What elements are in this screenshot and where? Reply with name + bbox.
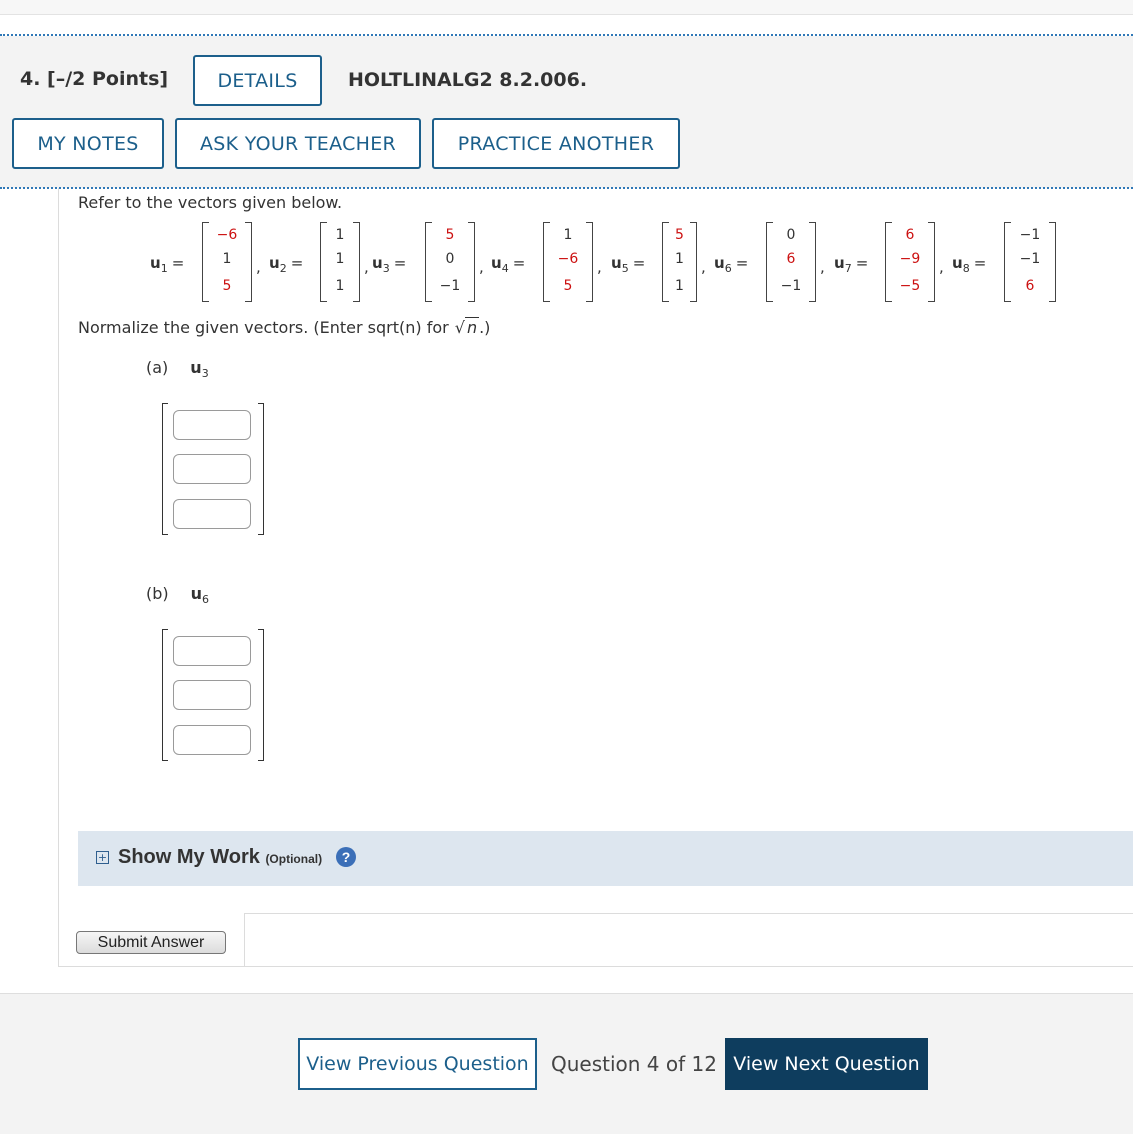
bracket-right <box>258 403 264 535</box>
vector-label-u4: u4 = <box>491 254 526 275</box>
vector-label-u7: u7 = <box>834 254 869 275</box>
vector-entry: −6 <box>216 227 238 243</box>
sqrt-radicand: n <box>464 317 480 337</box>
instruction-main: Normalize the given vectors. (Enter sqrt… <box>78 318 449 337</box>
vector-entry: −1 <box>780 278 802 294</box>
vector-matrix-u3: 5 0 −1 <box>425 222 475 302</box>
part-a-entry-2-input[interactable] <box>173 454 251 484</box>
vector-entry: −9 <box>899 251 921 267</box>
vector-entry: 0 <box>445 251 455 267</box>
practice-another-button[interactable]: PRACTICE ANOTHER <box>432 118 680 169</box>
part-a-letter: (a) <box>146 358 169 377</box>
vector-label-u8: u8 = <box>952 254 987 275</box>
vector-matrix-u7: 6 −9 −5 <box>885 222 935 302</box>
help-circle-icon[interactable]: ? <box>336 847 356 867</box>
instruction-end: .) <box>479 318 491 337</box>
part-a-entry-3-input[interactable] <box>173 499 251 529</box>
view-next-question-button[interactable]: View Next Question <box>725 1038 928 1090</box>
vector-matrix-u5: 5 1 1 <box>662 222 697 302</box>
separator-comma: , <box>939 258 944 276</box>
vector-label-u3: u3 = <box>372 254 407 275</box>
vector-entry: 6 <box>1025 278 1035 294</box>
vector-entry: 0 <box>786 227 796 243</box>
part-b-label: (b) u6 <box>146 584 209 606</box>
vector-entry: 6 <box>786 251 796 267</box>
vector-label-u2: u2 = <box>269 254 304 275</box>
submit-answer-button[interactable]: Submit Answer <box>76 931 226 954</box>
part-a-vector: u3 <box>190 358 209 381</box>
submit-divider <box>244 913 1133 914</box>
bracket-right <box>258 629 264 761</box>
vector-entry: 6 <box>905 227 915 243</box>
separator-comma: , <box>597 258 602 276</box>
instruction-text: Normalize the given vectors. (Enter sqrt… <box>78 317 491 337</box>
vector-entry: −1 <box>1019 227 1041 243</box>
part-b-entry-3-input[interactable] <box>173 725 251 755</box>
vector-entry: 5 <box>222 278 232 294</box>
vector-matrix-u4: 1 −6 5 <box>543 222 593 302</box>
submit-divider-vertical <box>244 913 245 966</box>
details-button[interactable]: DETAILS <box>193 55 322 106</box>
plus-box-icon[interactable]: + <box>96 851 109 864</box>
vector-entry: −5 <box>899 278 921 294</box>
part-b-letter: (b) <box>146 584 169 603</box>
vector-label-u5: u5 = <box>611 254 646 275</box>
vector-label-u6: u6 = <box>714 254 749 275</box>
vector-entry: 1 <box>335 278 345 294</box>
vector-matrix-u6: 0 6 −1 <box>766 222 816 302</box>
vector-entry: 1 <box>335 227 345 243</box>
show-my-work-panel[interactable]: + Show My Work (Optional) ? <box>78 831 1133 886</box>
question-number: 4. [–/2 Points] <box>20 68 169 90</box>
vector-entry: −6 <box>557 251 579 267</box>
sqrt-symbol: √ n <box>454 317 480 337</box>
bracket-left <box>162 403 168 535</box>
bracket-left <box>162 629 168 761</box>
vector-matrix-u2: 1 1 1 <box>320 222 360 302</box>
separator-comma: , <box>364 258 369 276</box>
part-b-vector: u6 <box>190 584 210 607</box>
vector-entry: 1 <box>222 251 232 267</box>
vector-entry: −1 <box>1019 251 1041 267</box>
optional-label: (Optional) <box>265 852 323 866</box>
vector-matrix-u1: −6 1 5 <box>202 222 252 302</box>
question-code: HOLTLINALG2 8.2.006. <box>348 69 588 91</box>
part-b-answer-matrix <box>162 629 264 763</box>
separator-comma: , <box>820 258 825 276</box>
vector-entry: 5 <box>445 227 455 243</box>
my-notes-button[interactable]: MY NOTES <box>12 118 164 169</box>
separator-comma: , <box>701 258 706 276</box>
show-my-work-title[interactable]: Show My Work (Optional) <box>118 846 322 869</box>
vector-entry: 1 <box>675 278 684 294</box>
vector-entry: −1 <box>439 278 461 294</box>
separator-comma: , <box>256 258 261 276</box>
vector-entry: 5 <box>563 278 573 294</box>
vector-label-u1: u1 = <box>150 254 185 275</box>
top-strip <box>0 0 1133 15</box>
separator-comma: , <box>479 258 484 276</box>
part-b-entry-2-input[interactable] <box>173 680 251 710</box>
vector-entry: 5 <box>675 227 684 243</box>
vector-matrix-u8: −1 −1 6 <box>1004 222 1056 302</box>
part-a-entry-1-input[interactable] <box>173 410 251 440</box>
view-previous-question-button[interactable]: View Previous Question <box>298 1038 537 1090</box>
vector-entry: 1 <box>675 251 684 267</box>
vector-entry: 1 <box>563 227 573 243</box>
part-a-label: (a) u3 <box>146 358 209 380</box>
problem-prompt: Refer to the vectors given below. <box>78 193 343 212</box>
part-b-entry-1-input[interactable] <box>173 636 251 666</box>
part-a-answer-matrix <box>162 403 264 537</box>
ask-your-teacher-button[interactable]: ASK YOUR TEACHER <box>175 118 421 169</box>
vector-entry: 1 <box>335 251 345 267</box>
question-counter: Question 4 of 12 <box>551 1052 717 1076</box>
